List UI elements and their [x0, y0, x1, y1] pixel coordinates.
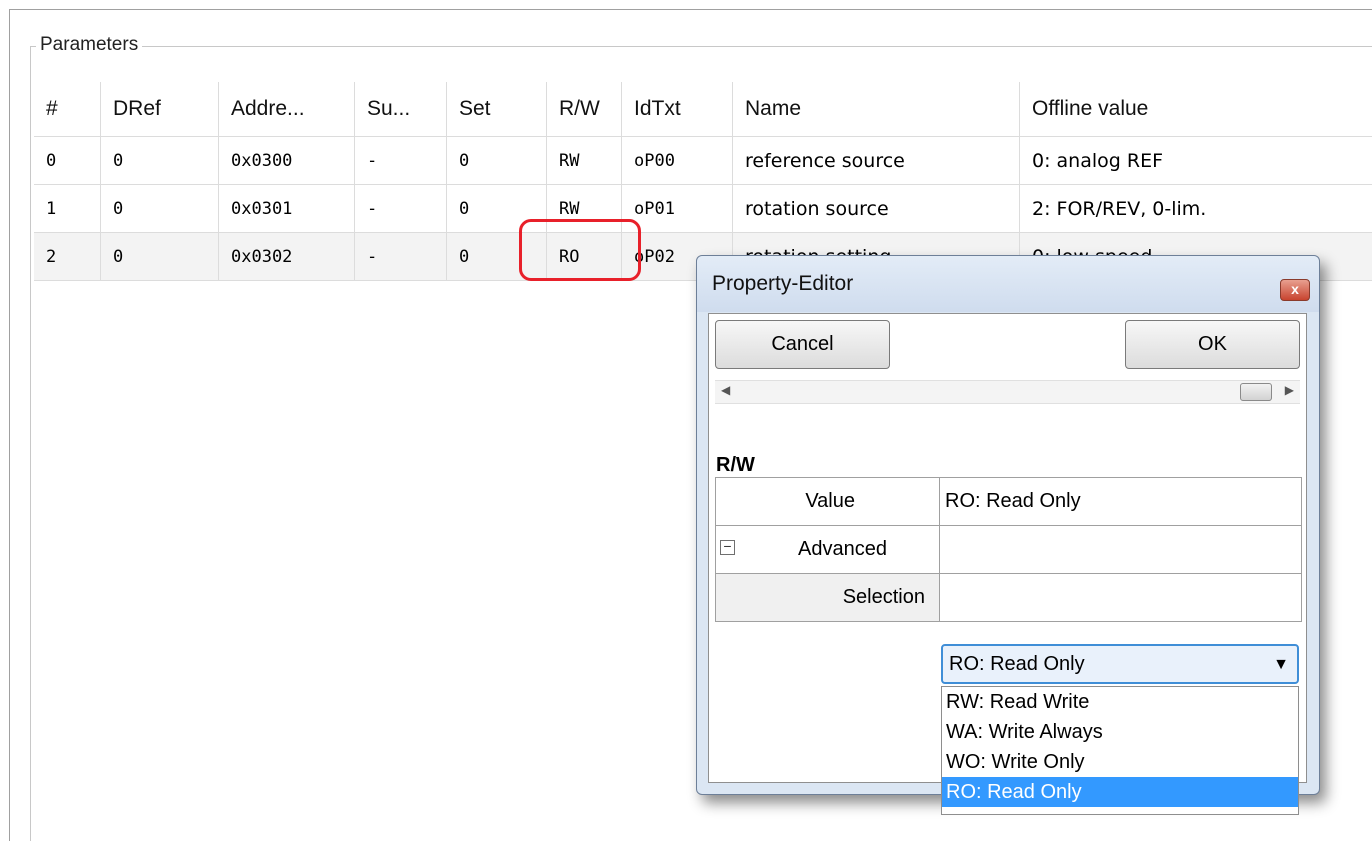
selection-current-value: RO: Read Only	[949, 652, 1085, 675]
rw-cell-highlight	[519, 219, 641, 281]
horizontal-scrollbar[interactable]: ◀ ▶	[715, 380, 1300, 404]
cell-name[interactable]: reference source	[733, 137, 1020, 184]
scroll-right-icon[interactable]: ▶	[1285, 383, 1294, 397]
property-key-selection: Selection	[716, 574, 940, 621]
table-row[interactable]: 1 0 0x0301 - 0 RW oP01 rotation source 2…	[34, 184, 1372, 232]
dropdown-option[interactable]: WO: Write Only	[942, 747, 1298, 777]
dialog-body: Cancel OK ◀ ▶ R/W Value RO: Read Only − …	[708, 313, 1307, 815]
property-row-value[interactable]: Value RO: Read Only	[716, 478, 1301, 526]
cell-name[interactable]: rotation source	[733, 185, 1020, 232]
column-header-offline-value[interactable]: Offline value	[1020, 82, 1372, 136]
parameters-table: # DRef Addre... Su... Set R/W IdTxt Name…	[34, 82, 1372, 281]
cell-dref[interactable]: 0	[101, 185, 219, 232]
selection-dropdown[interactable]: RO: Read Only ▼	[941, 644, 1299, 684]
cell-number[interactable]: 0	[34, 137, 101, 184]
ok-button[interactable]: OK	[1125, 320, 1300, 369]
dropdown-arrow-icon[interactable]: ▼	[1273, 656, 1289, 674]
column-header-rw[interactable]: R/W	[547, 82, 622, 136]
group-border-left	[30, 46, 31, 841]
cell-rw[interactable]: RW	[547, 137, 622, 184]
dropdown-list: RW: Read Write WA: Write Always WO: Writ…	[941, 686, 1299, 815]
cell-offline-value[interactable]: 0: analog REF	[1020, 137, 1372, 184]
cell-offline-value[interactable]: 2: FOR/REV, 0-lim.	[1020, 185, 1372, 232]
cell-address[interactable]: 0x0302	[219, 233, 355, 280]
property-key: Value	[716, 478, 940, 525]
scroll-left-icon[interactable]: ◀	[721, 383, 730, 397]
dialog-title: Property-Editor	[712, 272, 854, 295]
property-value-empty	[940, 526, 1301, 573]
close-button[interactable]: x	[1280, 279, 1310, 301]
cell-set[interactable]: 0	[447, 137, 547, 184]
cell-dref[interactable]: 0	[101, 233, 219, 280]
cancel-button[interactable]: Cancel	[715, 320, 890, 369]
dropdown-option[interactable]: RW: Read Write	[942, 687, 1298, 717]
property-value[interactable]: RO: Read Only	[940, 478, 1301, 525]
column-header-idtxt[interactable]: IdTxt	[622, 82, 733, 136]
table-header: # DRef Addre... Su... Set R/W IdTxt Name…	[34, 82, 1372, 136]
cell-subindex[interactable]: -	[355, 233, 447, 280]
collapse-icon[interactable]: −	[720, 539, 735, 555]
column-header-set[interactable]: Set	[447, 82, 547, 136]
cell-dref[interactable]: 0	[101, 137, 219, 184]
column-header-subindex[interactable]: Su...	[355, 82, 447, 136]
cell-subindex[interactable]: -	[355, 137, 447, 184]
property-editor-dialog: Property-Editor x Cancel OK ◀ ▶ R/W Valu…	[696, 255, 1320, 815]
cell-number[interactable]: 1	[34, 185, 101, 232]
column-header-address[interactable]: Addre...	[219, 82, 355, 136]
section-label: R/W	[716, 454, 755, 476]
table-row[interactable]: 0 0 0x0300 - 0 RW oP00 reference source …	[34, 136, 1372, 184]
dialog-titlebar[interactable]: Property-Editor x	[697, 256, 1319, 312]
cell-idtxt[interactable]: oP00	[622, 137, 733, 184]
group-border-top	[30, 46, 1372, 47]
property-row-advanced[interactable]: − Advanced	[716, 526, 1301, 574]
close-icon: x	[1291, 281, 1299, 297]
group-title: Parameters	[36, 34, 143, 56]
cell-address[interactable]: 0x0300	[219, 137, 355, 184]
column-header-dref[interactable]: DRef	[101, 82, 219, 136]
scrollbar-thumb[interactable]	[1240, 383, 1272, 401]
advanced-label: Advanced	[798, 538, 887, 560]
property-grid: Value RO: Read Only − Advanced Selection	[715, 477, 1302, 622]
cell-subindex[interactable]: -	[355, 185, 447, 232]
property-value-selection	[940, 574, 1301, 621]
dropdown-option-selected[interactable]: RO: Read Only	[942, 777, 1298, 807]
cell-number[interactable]: 2	[34, 233, 101, 280]
column-header-name[interactable]: Name	[733, 82, 1020, 136]
property-key-advanced: − Advanced	[716, 526, 940, 573]
cell-address[interactable]: 0x0301	[219, 185, 355, 232]
property-row-selection[interactable]: Selection	[716, 574, 1301, 621]
column-header-number[interactable]: #	[34, 82, 101, 136]
dropdown-option[interactable]: WA: Write Always	[942, 717, 1298, 747]
